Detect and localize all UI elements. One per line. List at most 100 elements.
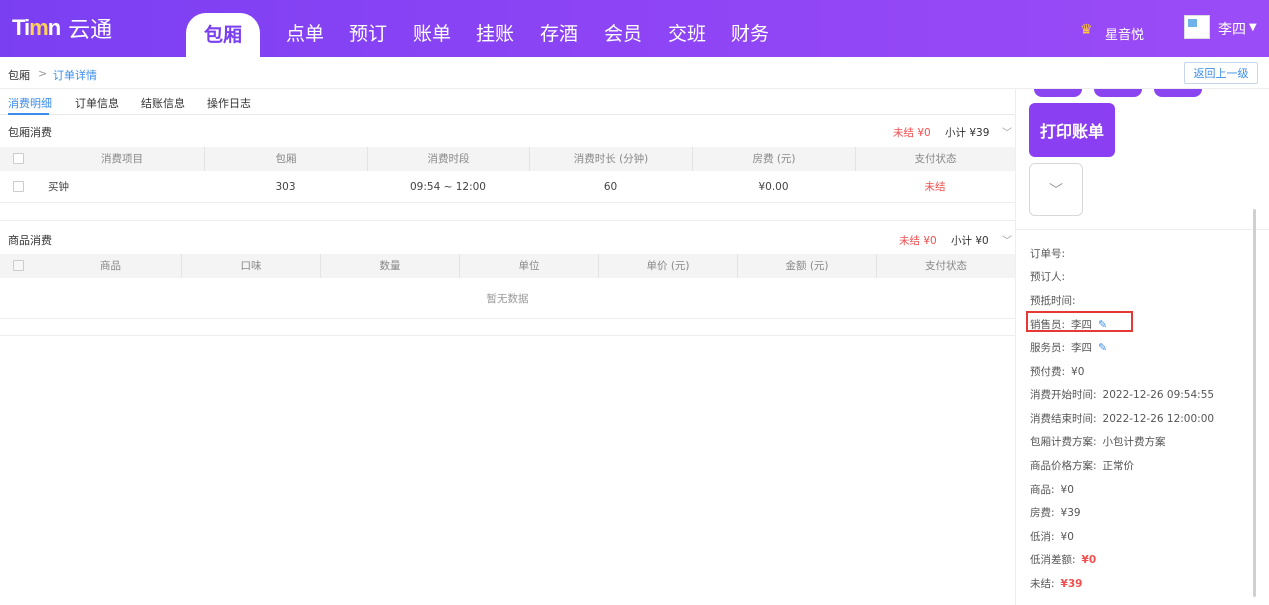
nav-item-wine-storage[interactable]: 存酒 bbox=[540, 19, 578, 46]
info-label: 房费: bbox=[1030, 507, 1055, 519]
panel-divider bbox=[1016, 229, 1269, 230]
info-value: 小包计费方案 bbox=[1102, 436, 1166, 448]
info-room-pricing-plan: 包厢计费方案: 小包计费方案 bbox=[1030, 434, 1166, 449]
cell-payment-status: 未结 bbox=[924, 181, 946, 193]
panel-scrollbar[interactable] bbox=[1253, 209, 1256, 597]
info-value: 李四 bbox=[1071, 342, 1093, 354]
column-header: 消费时长 (分钟) bbox=[529, 147, 692, 171]
section-divider bbox=[0, 220, 1015, 221]
action-button-partial[interactable] bbox=[1034, 89, 1082, 97]
info-value: 正常价 bbox=[1102, 460, 1135, 472]
info-room-fee: 房费: ¥39 bbox=[1030, 505, 1081, 520]
info-waiter: 服务员: 李四 ✎ bbox=[1030, 340, 1107, 355]
logo-mark: Timn bbox=[12, 15, 61, 41]
column-header: 金额 (元) bbox=[737, 254, 876, 278]
goods-table-header: 商品 口味 数量 单位 单价 (元) 金额 (元) 支付状态 bbox=[0, 254, 1015, 278]
info-label: 包厢计费方案: bbox=[1030, 436, 1097, 448]
user-name[interactable]: 李四 bbox=[1218, 19, 1246, 39]
breadcrumb-root[interactable]: 包厢 bbox=[8, 67, 30, 83]
tab-checkout-info[interactable]: 结账信息 bbox=[141, 95, 185, 111]
cell-fee: ¥0.00 bbox=[758, 181, 789, 193]
venue-name[interactable]: 星音悦 bbox=[1105, 24, 1144, 43]
info-arrival-time: 预抵时间: bbox=[1030, 293, 1076, 308]
column-header: 数量 bbox=[320, 254, 459, 278]
edit-icon[interactable]: ✎ bbox=[1098, 341, 1107, 354]
cell-period: 09:54 ~ 12:00 bbox=[410, 181, 486, 193]
unsettled-amount: 未结 ¥0 bbox=[893, 127, 931, 139]
logo-text: 云通 bbox=[68, 18, 113, 43]
cell-room: 303 bbox=[275, 181, 296, 193]
order-side-panel: 打印账单 ﹀ 订单号: 预订人: 预抵时间: 销售员: 李四 ✎ 服务员: 李四 ✎ 预… bbox=[1015, 89, 1269, 605]
info-value: 2022-12-26 12:00:00 bbox=[1102, 413, 1215, 425]
info-label: 消费结束时间: bbox=[1030, 413, 1097, 425]
info-end-time: 消费结束时间: 2022-12-26 12:00:00 bbox=[1030, 411, 1214, 426]
nav-item-room[interactable]: 包厢 bbox=[186, 13, 260, 57]
chevron-down-icon[interactable]: ﹀ bbox=[1002, 232, 1012, 247]
caret-down-icon[interactable]: ▼ bbox=[1249, 22, 1257, 33]
top-nav-bar: Timn 云通 包厢 点单 预订 账单 挂账 存酒 会员 交班 财务 ♛ 星音悦… bbox=[0, 0, 1269, 57]
app-logo: Timn 云通 bbox=[12, 13, 112, 43]
chevron-down-icon[interactable]: ﹀ bbox=[1002, 124, 1012, 139]
nav-item-order[interactable]: 点单 bbox=[286, 19, 324, 46]
breadcrumb-current: 订单详情 bbox=[53, 69, 97, 82]
section-title: 商品消费 bbox=[8, 234, 52, 247]
nav-item-credit[interactable]: 挂账 bbox=[476, 19, 514, 46]
table-row[interactable]: 买钟 303 09:54 ~ 12:00 60 ¥0.00 未结 bbox=[0, 171, 1015, 203]
info-booker: 预订人: bbox=[1030, 269, 1065, 284]
info-label: 消费开始时间: bbox=[1030, 389, 1097, 401]
section-title: 包厢消费 bbox=[8, 126, 52, 139]
info-unsettled: 未结: ¥39 bbox=[1030, 576, 1082, 591]
info-label: 服务员: bbox=[1030, 342, 1066, 354]
info-minimum-charge: 低消: ¥0 bbox=[1030, 529, 1074, 544]
column-header: 单价 (元) bbox=[598, 254, 737, 278]
goods-section-header[interactable]: 商品消费 未结 ¥0 小计 ¥0 ﹀ bbox=[0, 224, 1015, 252]
nav-item-shift[interactable]: 交班 bbox=[668, 19, 706, 46]
info-value: ¥0 bbox=[1060, 484, 1074, 496]
nav-item-member[interactable]: 会员 bbox=[604, 19, 642, 46]
info-label: 未结: bbox=[1030, 578, 1055, 590]
avatar[interactable] bbox=[1184, 15, 1210, 39]
info-order-number: 订单号: bbox=[1030, 246, 1065, 261]
subtotal-amount: 小计 ¥39 bbox=[945, 127, 990, 139]
active-tab-indicator bbox=[8, 113, 49, 115]
select-all-checkbox[interactable] bbox=[13, 260, 24, 271]
crown-icon: ♛ bbox=[1080, 22, 1093, 38]
column-header: 支付状态 bbox=[855, 147, 1015, 171]
column-header: 口味 bbox=[181, 254, 320, 278]
action-button-partial[interactable] bbox=[1154, 89, 1202, 97]
print-bill-button[interactable]: 打印账单 bbox=[1029, 103, 1115, 157]
info-label: 商品: bbox=[1030, 484, 1055, 496]
detail-tabs: 消费明细 订单信息 结账信息 操作日志 bbox=[0, 89, 1015, 115]
unsettled-amount: 未结 ¥0 bbox=[899, 235, 937, 247]
logo-mark-mid: m bbox=[29, 15, 49, 40]
back-button[interactable]: 返回上一级 bbox=[1184, 62, 1258, 84]
row-checkbox[interactable] bbox=[13, 181, 24, 192]
nav-item-finance[interactable]: 财务 bbox=[731, 19, 769, 46]
empty-data-message: 暂无数据 bbox=[0, 279, 1015, 319]
info-label: 商品价格方案: bbox=[1030, 460, 1097, 472]
tab-consumption-detail[interactable]: 消费明细 bbox=[8, 95, 52, 111]
tab-operation-log[interactable]: 操作日志 bbox=[207, 95, 251, 111]
cell-item: 买钟 bbox=[48, 181, 69, 193]
column-header: 消费项目 bbox=[101, 153, 143, 165]
info-value: ¥0 bbox=[1081, 554, 1097, 566]
chevron-down-icon: ﹀ bbox=[1049, 182, 1063, 199]
tab-order-info[interactable]: 订单信息 bbox=[75, 95, 119, 111]
nav-item-reservation[interactable]: 预订 bbox=[349, 19, 387, 46]
info-value: ¥0 bbox=[1060, 531, 1074, 543]
info-goods-pricing-plan: 商品价格方案: 正常价 bbox=[1030, 458, 1134, 473]
select-all-checkbox[interactable] bbox=[13, 153, 24, 164]
info-label: 预订人: bbox=[1030, 271, 1066, 283]
room-section-header[interactable]: 包厢消费 未结 ¥0 小计 ¥39 ﹀ bbox=[0, 116, 1015, 144]
expand-actions-button[interactable]: ﹀ bbox=[1029, 163, 1083, 216]
column-header: 房费 (元) bbox=[692, 147, 855, 171]
info-value: 2022-12-26 09:54:55 bbox=[1102, 389, 1215, 401]
info-label: 预付费: bbox=[1030, 366, 1066, 378]
column-header: 单位 bbox=[459, 254, 598, 278]
action-button-partial[interactable] bbox=[1094, 89, 1142, 97]
nav-item-bill[interactable]: 账单 bbox=[413, 19, 451, 46]
column-header: 支付状态 bbox=[876, 254, 1015, 278]
column-header: 包厢 bbox=[204, 147, 367, 171]
logo-mark-right: n bbox=[47, 15, 61, 40]
column-header: 消费时段 bbox=[367, 147, 529, 171]
